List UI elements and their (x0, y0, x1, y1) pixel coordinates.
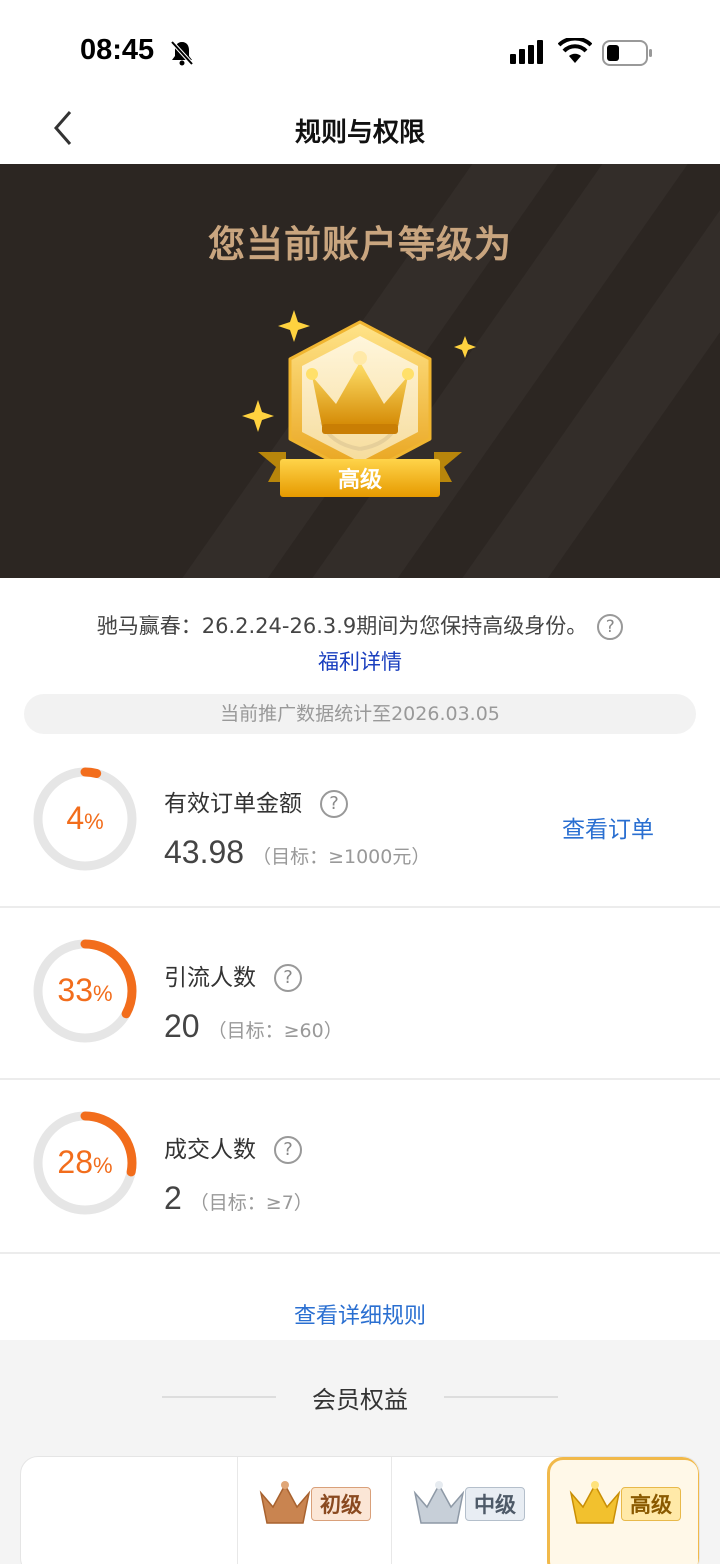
divider-line (444, 1396, 558, 1398)
metric-conversions: 28% 成交人数? 2 （目标：≥7） (0, 1078, 720, 1250)
bronze-crown-icon (259, 1481, 311, 1524)
progress-percent: 4% (66, 800, 104, 836)
metrics-panel: 驰马赢春：26.2.24-26.3.9期间为您保持高级身份。? 福利详情 当前推… (0, 578, 720, 1340)
metric-target: （目标：≥60） (207, 1020, 343, 1042)
metric-value: 2 （目标：≥7） (164, 1180, 313, 1216)
help-icon[interactable]: ? (320, 790, 348, 818)
promo-text: 驰马赢春：26.2.24-26.3.9期间为您保持高级身份。? (0, 610, 720, 640)
metric-value: 20 （目标：≥60） (164, 1008, 343, 1044)
member-benefits-title: 会员权益 (312, 1386, 408, 1414)
metric-target: （目标：≥7） (189, 1192, 313, 1214)
tier-label: 中级 (465, 1487, 525, 1521)
benefits-table: 初级 中级 高级 (20, 1456, 700, 1564)
section-divider (0, 1252, 720, 1254)
nav-bar: 规则与权限 (0, 100, 720, 164)
view-rules-link[interactable]: 查看详细规则 (0, 1298, 720, 1330)
gold-crown-icon (569, 1481, 621, 1524)
column-separator (237, 1457, 238, 1564)
metric-label: 引流人数? (164, 958, 302, 992)
progress-percent: 33% (57, 972, 113, 1008)
progress-percent: 28% (57, 1144, 113, 1180)
view-orders-link[interactable]: 查看订单 (562, 810, 654, 844)
tier-label: 高级 (621, 1487, 681, 1521)
stats-date: 当前推广数据统计至2026.03.05 (24, 694, 696, 734)
help-icon[interactable]: ? (597, 614, 624, 640)
metric-label: 有效订单金额? (164, 784, 348, 818)
metric-traffic: 33% 引流人数? 20 （目标：≥60） (0, 906, 720, 1078)
promo-message: 驰马赢春：26.2.24-26.3.9期间为您保持高级身份。 (96, 614, 588, 638)
hero-title: 您当前账户等级为 (208, 223, 512, 266)
metric-value: 43.98 （目标：≥1000元） (164, 834, 431, 870)
help-icon[interactable]: ? (274, 1136, 302, 1164)
metric-target: （目标：≥1000元） (252, 846, 431, 868)
battery-icon (602, 40, 652, 66)
help-icon[interactable]: ? (274, 964, 302, 992)
wifi-icon (558, 38, 592, 63)
level-badge: 高级 (240, 304, 480, 504)
silver-crown-icon (413, 1481, 465, 1524)
bell-muted-icon (170, 40, 194, 66)
tier-senior[interactable]: 高级 (567, 1479, 699, 1529)
status-time: 08:45 (80, 34, 155, 66)
status-bar: 08:45 (0, 0, 720, 100)
metric-order-amount: 4% 有效订单金额? 43.98 （目标：≥1000元） 查看订单 (0, 758, 720, 908)
tier-label: 初级 (311, 1487, 371, 1521)
tier-junior[interactable]: 初级 (257, 1479, 397, 1529)
signal-icon (510, 40, 543, 64)
page-title: 规则与权限 (294, 118, 425, 148)
level-hero: 您当前账户等级为 高级 (0, 164, 720, 578)
tier-middle[interactable]: 中级 (411, 1479, 551, 1529)
level-label: 高级 (337, 468, 382, 493)
benefit-details-link[interactable]: 福利详情 (0, 646, 720, 676)
page: 08:45 规则与权限 您当前账户等级为 高级 驰马赢春：26.2.24-26.… (0, 0, 720, 1564)
metric-label: 成交人数? (164, 1130, 302, 1164)
